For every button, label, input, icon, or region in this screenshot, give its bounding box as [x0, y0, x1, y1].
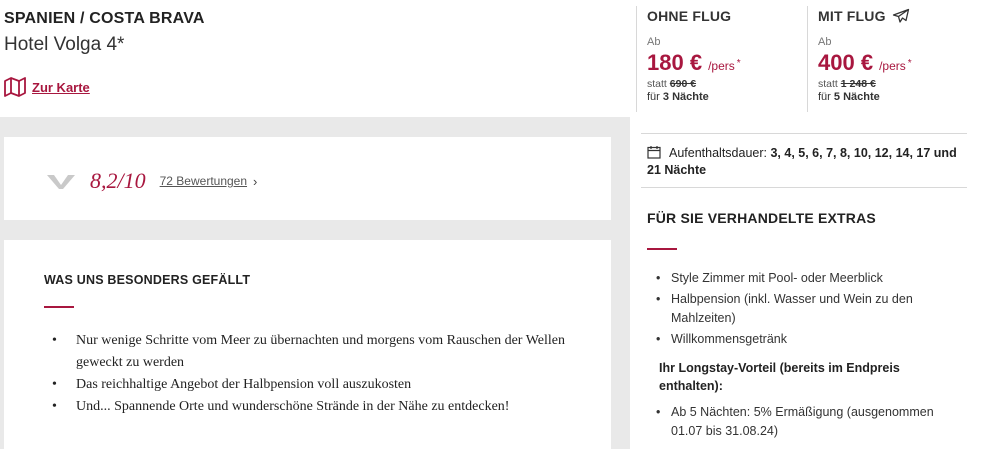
old-price-line: statt 690 €	[647, 78, 697, 90]
price-per-person: /pers	[879, 59, 906, 73]
price-from-label: Ab	[647, 36, 661, 48]
likes-title: WAS UNS BESONDERS GEFÄLLT	[44, 273, 251, 287]
extras-title: FÜR SIE VERHANDELTE EXTRAS	[647, 210, 876, 226]
price-amount: 400 €	[818, 50, 874, 75]
list-item: Style Zimmer mit Pool- oder Meerblick	[656, 269, 961, 288]
list-item: Ab 5 Nächten: 5% Ermäßigung (ausgenommen…	[656, 403, 961, 441]
nights-line: für 3 Nächte	[647, 91, 709, 103]
price-divider-left	[636, 6, 637, 112]
offer-mit-flug[interactable]: MIT FLUG Ab 400 € /pers * statt 1 248 € …	[818, 8, 978, 103]
price-footnote-star: *	[907, 58, 912, 69]
divider-top	[641, 133, 967, 134]
hotel-header: SPANIEN / COSTA BRAVA Hotel Volga 4*	[4, 10, 624, 56]
nights-count: 3 Nächte	[662, 91, 709, 103]
price-divider-middle	[807, 6, 808, 112]
rating-score: 8,2/10	[90, 168, 146, 193]
price-footnote-star: *	[736, 58, 741, 69]
chevron-right-icon[interactable]: ›	[253, 174, 257, 189]
hotel-name: Hotel Volga 4*	[4, 34, 125, 55]
map-link[interactable]: Zur Karte	[4, 77, 90, 97]
old-price: 1 248 €	[840, 78, 876, 90]
map-icon	[4, 77, 26, 97]
nights-count: 5 Nächte	[833, 91, 880, 103]
offer-ohne-flug[interactable]: OHNE FLUG Ab 180 € /pers * statt 690 € f…	[647, 8, 797, 103]
reviews-link[interactable]: 72 Bewertungen	[160, 174, 247, 188]
divider-middle	[641, 187, 967, 188]
price-amount: 180 €	[647, 50, 703, 75]
rating-card: 8,2/10 72 Bewertungen ›	[4, 137, 611, 220]
longstay-title: Ihr Longstay-Vorteil (bereits im Endprei…	[659, 361, 900, 393]
extras-accent-bar	[647, 248, 677, 250]
extras-list: Style Zimmer mit Pool- oder Meerblick Ha…	[656, 269, 961, 351]
list-item: Und... Spannende Orte und wunderschöne S…	[52, 396, 596, 418]
longstay-list: Ab 5 Nächten: 5% Ermäßigung (ausgenommen…	[656, 403, 961, 441]
list-item: Nur wenige Schritte vom Meer zu übernach…	[52, 330, 596, 374]
brand-logo-icon	[47, 175, 75, 189]
price-per-person: /pers	[708, 59, 735, 73]
stay-duration: Aufenthaltsdauer: 3, 4, 5, 6, 7, 8, 10, …	[647, 145, 957, 179]
list-item: Halbpension (inkl. Wasser und Wein zu de…	[656, 290, 961, 328]
old-price: 690 €	[669, 78, 697, 90]
list-item: Willkommensgetränk	[656, 330, 961, 349]
likes-list: Nur wenige Schritte vom Meer zu übernach…	[52, 330, 596, 418]
destination-title: SPANIEN / COSTA BRAVA	[4, 10, 205, 27]
price-line: 180 € /pers *	[647, 50, 797, 76]
likes-accent-bar	[44, 306, 74, 308]
rating-row: 8,2/10 72 Bewertungen ›	[46, 168, 257, 194]
map-link-label[interactable]: Zur Karte	[32, 80, 90, 95]
likes-card: WAS UNS BESONDERS GEFÄLLT Nur wenige Sch…	[4, 240, 611, 449]
plane-icon	[892, 8, 909, 23]
offer-mit-flug-label: MIT FLUG	[818, 8, 978, 24]
price-from-label: Ab	[818, 36, 832, 48]
price-line: 400 € /pers *	[818, 50, 978, 76]
old-price-line: statt 1 248 €	[818, 78, 876, 90]
list-item: Das reichhaltige Angebot der Halbpension…	[52, 374, 596, 396]
nights-line: für 5 Nächte	[818, 91, 880, 103]
offer-ohne-flug-label: OHNE FLUG	[647, 8, 732, 24]
calendar-icon	[647, 146, 661, 159]
stay-label: Aufenthaltsdauer:	[669, 146, 767, 160]
